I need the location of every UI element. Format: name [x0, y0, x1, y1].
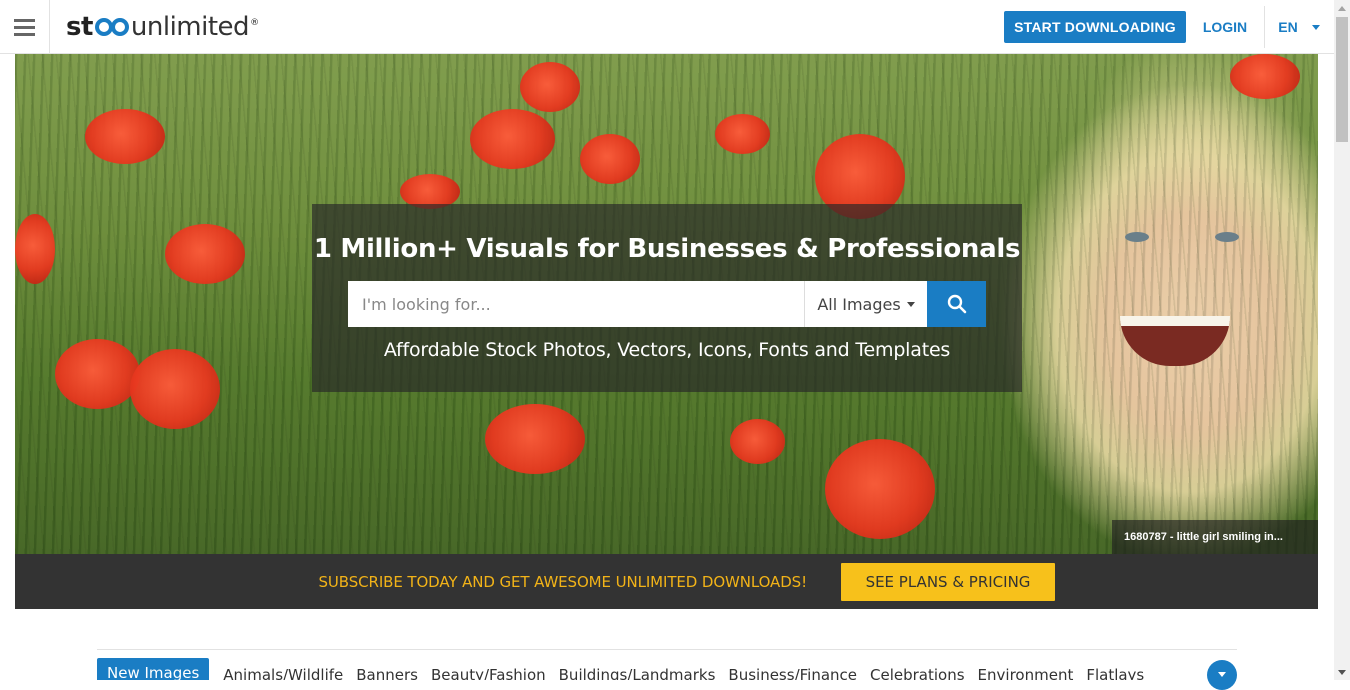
hero-subtitle: Affordable Stock Photos, Vectors, Icons,… [383, 339, 951, 361]
logo-text-st: st [66, 12, 93, 42]
poppy-flower [85, 109, 165, 164]
category-beauty-fashion[interactable]: Beauty/Fashion [431, 658, 546, 680]
language-label: EN [1278, 19, 1298, 35]
page-scrollbar[interactable] [1334, 0, 1350, 680]
promo-bar: SUBSCRIBE TODAY AND GET AWESOME UNLIMITE… [15, 554, 1318, 609]
chevron-down-icon [1311, 24, 1320, 30]
image-caption[interactable]: 1680787 - little girl smiling in... [1112, 520, 1318, 554]
site-logo[interactable]: st unlimited ® [66, 12, 259, 42]
category-animals-wildlife[interactable]: Animals/Wildlife [223, 658, 343, 680]
category-nav: New Images Animals/Wildlife Banners Beau… [97, 658, 1237, 680]
chevron-down-icon [906, 301, 915, 307]
category-divider [97, 649, 1237, 650]
poppy-flower [470, 109, 555, 169]
search-icon [947, 294, 966, 314]
login-link[interactable]: LOGIN [1194, 11, 1256, 43]
hero-search-panel: 1 Million+ Visuals for Businesses & Prof… [312, 204, 1022, 392]
image-type-dropdown[interactable]: All Images [804, 281, 927, 327]
language-selector[interactable]: EN [1265, 11, 1333, 43]
girl-eye [1125, 232, 1149, 242]
hero-banner: 1 Million+ Visuals for Businesses & Prof… [15, 54, 1318, 554]
menu-icon[interactable] [0, 0, 50, 54]
poppy-flower [485, 404, 585, 474]
category-banners[interactable]: Banners [356, 658, 418, 680]
logo-text-unlimited: unlimited [130, 12, 250, 42]
category-environment[interactable]: Environment [978, 658, 1074, 680]
promo-text: SUBSCRIBE TODAY AND GET AWESOME UNLIMITE… [318, 572, 807, 591]
poppy-flower [520, 62, 580, 112]
hero-title: 1 Million+ Visuals for Businesses & Prof… [313, 234, 1021, 264]
category-buildings-landmarks[interactable]: Buildings/Landmarks [559, 658, 716, 680]
search-button[interactable] [927, 281, 986, 327]
category-expand-button[interactable] [1207, 660, 1237, 690]
poppy-flower [580, 134, 640, 184]
scroll-down-arrow-icon[interactable] [1334, 664, 1350, 680]
category-new-images[interactable]: New Images [97, 658, 210, 680]
girl-eye [1215, 232, 1239, 242]
poppy-flower [130, 349, 220, 429]
see-plans-button[interactable]: SEE PLANS & PRICING [841, 563, 1055, 601]
poppy-flower [730, 419, 785, 464]
chevron-down-icon [1218, 672, 1226, 677]
site-header: st unlimited ® START DOWNLOADING LOGIN E… [0, 0, 1334, 54]
logo-registered-mark: ® [250, 18, 259, 28]
poppy-flower [15, 214, 55, 284]
category-flatlays[interactable]: Flatlays [1086, 658, 1144, 680]
start-downloading-button[interactable]: START DOWNLOADING [1004, 11, 1186, 43]
scrollbar-thumb[interactable] [1336, 17, 1348, 142]
image-type-selected: All Images [817, 294, 901, 314]
category-celebrations[interactable]: Celebrations [870, 658, 965, 680]
poppy-flower [1230, 54, 1300, 99]
poppy-flower [715, 114, 770, 154]
scroll-up-arrow-icon[interactable] [1334, 0, 1350, 16]
poppy-flower [55, 339, 140, 409]
poppy-flower [165, 224, 245, 284]
logo-infinity-icon [94, 17, 130, 37]
poppy-flower [825, 439, 935, 539]
category-business-finance[interactable]: Business/Finance [728, 658, 857, 680]
search-input[interactable] [348, 281, 805, 327]
